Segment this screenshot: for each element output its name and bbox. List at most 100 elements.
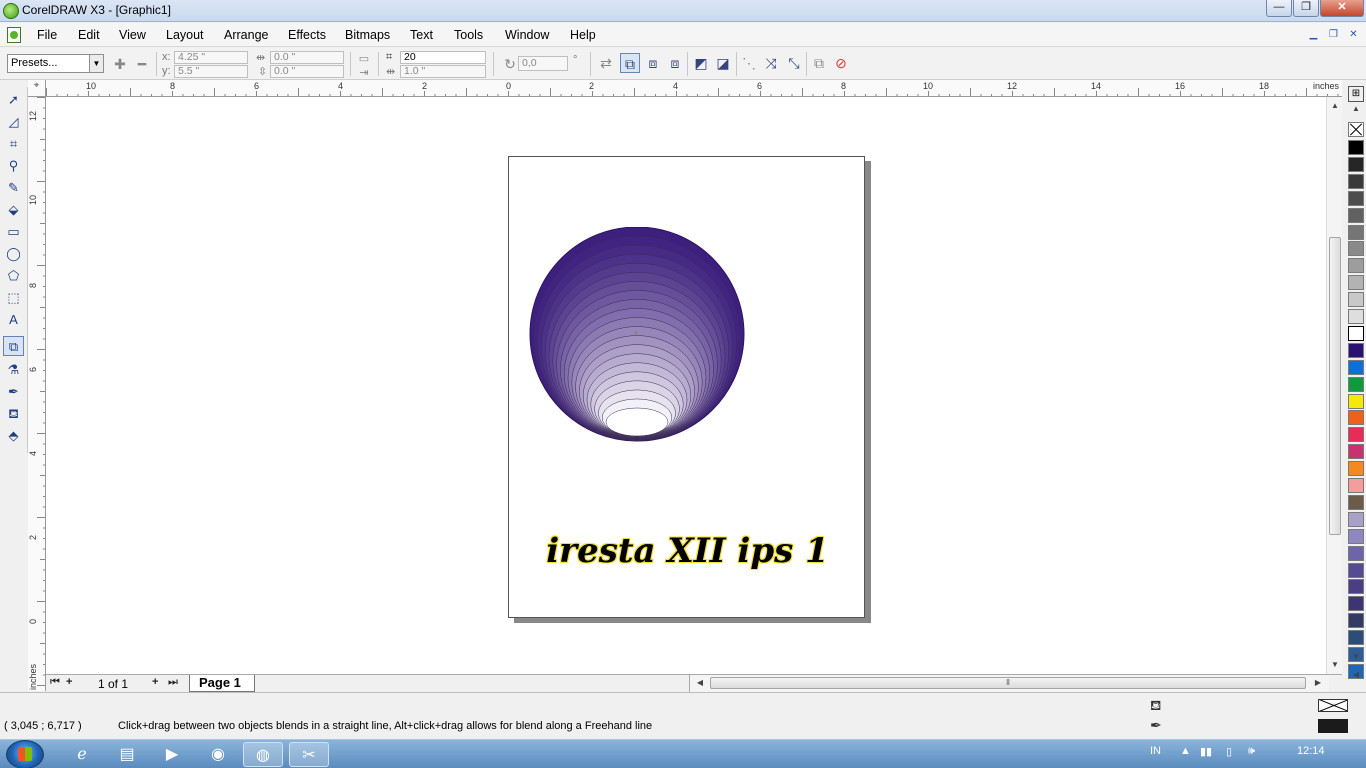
loop-blend-icon[interactable]: ⇄ bbox=[596, 53, 616, 73]
color-swatch[interactable] bbox=[1348, 579, 1364, 595]
eyedropper-tool-icon[interactable]: ⚗ bbox=[3, 360, 24, 380]
pick-tool-icon[interactable]: ➚ bbox=[3, 90, 24, 110]
interactive-fill-tool-icon[interactable]: ⬘ bbox=[3, 426, 24, 446]
coreldraw-taskbar-icon[interactable]: ◍ bbox=[243, 742, 283, 767]
menu-tools[interactable]: Tools bbox=[454, 28, 483, 42]
presets-dropdown[interactable]: Presets... ▼ bbox=[7, 54, 104, 73]
doc-close-icon[interactable]: ✕ bbox=[1345, 27, 1362, 43]
more-blend-options-icon[interactable]: ⤡ bbox=[784, 53, 804, 73]
color-swatch[interactable] bbox=[1348, 478, 1364, 493]
color-swatch[interactable] bbox=[1348, 325, 1364, 341]
vertical-ruler[interactable]: 12 10 8 6 4 2 0 inches bbox=[28, 97, 46, 691]
clockwise-blend-icon[interactable]: ⧈ bbox=[643, 53, 663, 73]
drawing-canvas[interactable]: × iresta XII ips 1 bbox=[46, 97, 1326, 674]
menu-text[interactable]: Text bbox=[410, 28, 433, 42]
blend-spacing-field[interactable]: 1.0 " bbox=[400, 65, 486, 78]
show-hidden-icons-icon[interactable]: ▲ bbox=[1180, 745, 1191, 757]
insert-page-before-icon[interactable]: + bbox=[66, 676, 72, 688]
media-center-icon[interactable]: ▶ bbox=[152, 742, 192, 767]
color-swatch[interactable] bbox=[1348, 224, 1364, 240]
close-button[interactable]: ✕ bbox=[1320, 0, 1364, 17]
horizontal-scroll-thumb[interactable]: ⦀ bbox=[710, 677, 1306, 689]
color-swatch[interactable] bbox=[1348, 528, 1364, 544]
internet-explorer-icon[interactable]: ℯ bbox=[62, 742, 102, 767]
interactive-blend-tool-icon[interactable]: ⧉ bbox=[3, 336, 24, 356]
battery-icon[interactable]: ▯ bbox=[1226, 745, 1232, 758]
remove-preset-icon[interactable]: ━ bbox=[134, 56, 150, 72]
minimize-button[interactable]: — bbox=[1266, 0, 1292, 17]
menu-help[interactable]: Help bbox=[570, 28, 596, 42]
no-fill-swatch[interactable] bbox=[1348, 122, 1364, 137]
scroll-right-icon[interactable]: ▶ bbox=[1312, 676, 1324, 690]
color-swatch[interactable] bbox=[1348, 376, 1364, 392]
vertical-scroll-thumb[interactable] bbox=[1329, 237, 1341, 535]
outline-pen-icon[interactable]: ✒ bbox=[1150, 717, 1162, 734]
menu-layout[interactable]: Layout bbox=[166, 28, 204, 42]
color-swatch[interactable] bbox=[1348, 461, 1364, 477]
color-swatch[interactable] bbox=[1348, 613, 1364, 629]
color-swatch[interactable] bbox=[1348, 511, 1364, 527]
input-language[interactable]: IN bbox=[1150, 745, 1161, 757]
network-icon[interactable]: ▮▮ bbox=[1200, 745, 1212, 758]
menu-bitmaps[interactable]: Bitmaps bbox=[345, 28, 390, 42]
menu-window[interactable]: Window bbox=[505, 28, 549, 42]
color-swatch[interactable] bbox=[1348, 258, 1364, 274]
palette-flyout-icon[interactable]: ◀ bbox=[1348, 668, 1364, 682]
clock-time[interactable]: 12:14 bbox=[1297, 745, 1325, 757]
y-position-field[interactable]: 5.5 " bbox=[174, 65, 248, 78]
ellipse-tool-icon[interactable]: ◯ bbox=[3, 244, 24, 264]
chevron-down-icon[interactable]: ▼ bbox=[89, 55, 103, 72]
color-swatch[interactable] bbox=[1348, 393, 1364, 409]
color-swatch[interactable] bbox=[1348, 630, 1364, 646]
corel-capture-taskbar-icon[interactable]: ✂ bbox=[289, 742, 329, 767]
fill-bucket-icon[interactable]: ⛾ bbox=[1150, 697, 1161, 716]
horizontal-ruler[interactable]: 10 8 6 4 2 0 2 4 6 8 10 12 14 16 18 inch… bbox=[46, 80, 1342, 97]
color-swatch[interactable] bbox=[1348, 596, 1364, 612]
shape-tool-icon[interactable]: ◿ bbox=[3, 112, 24, 132]
copy-blend-properties-icon[interactable]: ⧉ bbox=[809, 53, 829, 73]
start-button[interactable] bbox=[6, 740, 44, 768]
blend-spacing-icon[interactable]: ⇥ bbox=[356, 65, 372, 81]
zoom-tool-icon[interactable]: ⚲ bbox=[3, 156, 24, 176]
polygon-tool-icon[interactable]: ⬠ bbox=[3, 266, 24, 286]
color-swatch[interactable] bbox=[1348, 190, 1364, 206]
menu-effects[interactable]: Effects bbox=[288, 28, 326, 42]
palette-menu-icon[interactable]: ⊞ bbox=[1348, 86, 1364, 102]
accelerate-sizes-icon[interactable]: ◪ bbox=[713, 53, 733, 73]
insert-page-after-icon[interactable]: + bbox=[152, 676, 158, 688]
color-swatch[interactable] bbox=[1348, 427, 1364, 443]
doc-restore-icon[interactable]: ❐ bbox=[1325, 27, 1342, 43]
width-field[interactable]: 0.0 " bbox=[270, 51, 344, 64]
media-player-icon[interactable]: ◉ bbox=[198, 742, 238, 767]
outline-color-indicator[interactable] bbox=[1318, 719, 1348, 733]
coreldraw-app-icon[interactable] bbox=[3, 3, 19, 19]
direct-blend-icon[interactable]: ⧉ bbox=[620, 53, 640, 73]
fill-none-indicator[interactable] bbox=[1318, 699, 1348, 712]
fill-tool-icon[interactable]: ⛾ bbox=[3, 404, 24, 424]
tab-page-1[interactable]: Page 1 bbox=[189, 675, 255, 692]
text-tool-icon[interactable]: A bbox=[3, 310, 24, 330]
smart-fill-tool-icon[interactable]: ⬙ bbox=[3, 200, 24, 220]
start-end-properties-icon[interactable]: ⋱ bbox=[739, 53, 759, 73]
document-icon[interactable] bbox=[7, 27, 21, 43]
x-position-field[interactable]: 4.25 " bbox=[174, 51, 248, 64]
object-color-acceleration-icon[interactable]: ◩ bbox=[691, 53, 711, 73]
add-preset-icon[interactable]: ✚ bbox=[112, 56, 128, 72]
crop-tool-icon[interactable]: ⌗ bbox=[3, 134, 24, 154]
blend-direction-icon[interactable]: ↻ bbox=[502, 56, 518, 72]
color-swatch[interactable] bbox=[1348, 444, 1364, 460]
scroll-up-icon[interactable]: ▲ bbox=[1327, 99, 1343, 113]
color-swatch[interactable] bbox=[1348, 207, 1364, 223]
document-page[interactable]: × iresta XII ips 1 bbox=[508, 156, 865, 618]
color-swatch[interactable] bbox=[1348, 309, 1364, 324]
path-properties-icon[interactable]: ⤨ bbox=[761, 53, 781, 73]
volume-icon[interactable]: 🕪 bbox=[1248, 745, 1255, 758]
rectangle-tool-icon[interactable]: ▭ bbox=[3, 222, 24, 242]
doc-minimize-icon[interactable]: ▁ bbox=[1305, 27, 1322, 43]
color-swatch[interactable] bbox=[1348, 156, 1364, 172]
blend-steps-field[interactable]: 20 bbox=[400, 51, 486, 64]
color-swatch[interactable] bbox=[1348, 545, 1364, 561]
last-page-icon[interactable]: ⏭ bbox=[168, 676, 178, 689]
menu-file[interactable]: File bbox=[37, 28, 57, 42]
clear-blend-icon[interactable]: ⊘ bbox=[831, 53, 851, 73]
